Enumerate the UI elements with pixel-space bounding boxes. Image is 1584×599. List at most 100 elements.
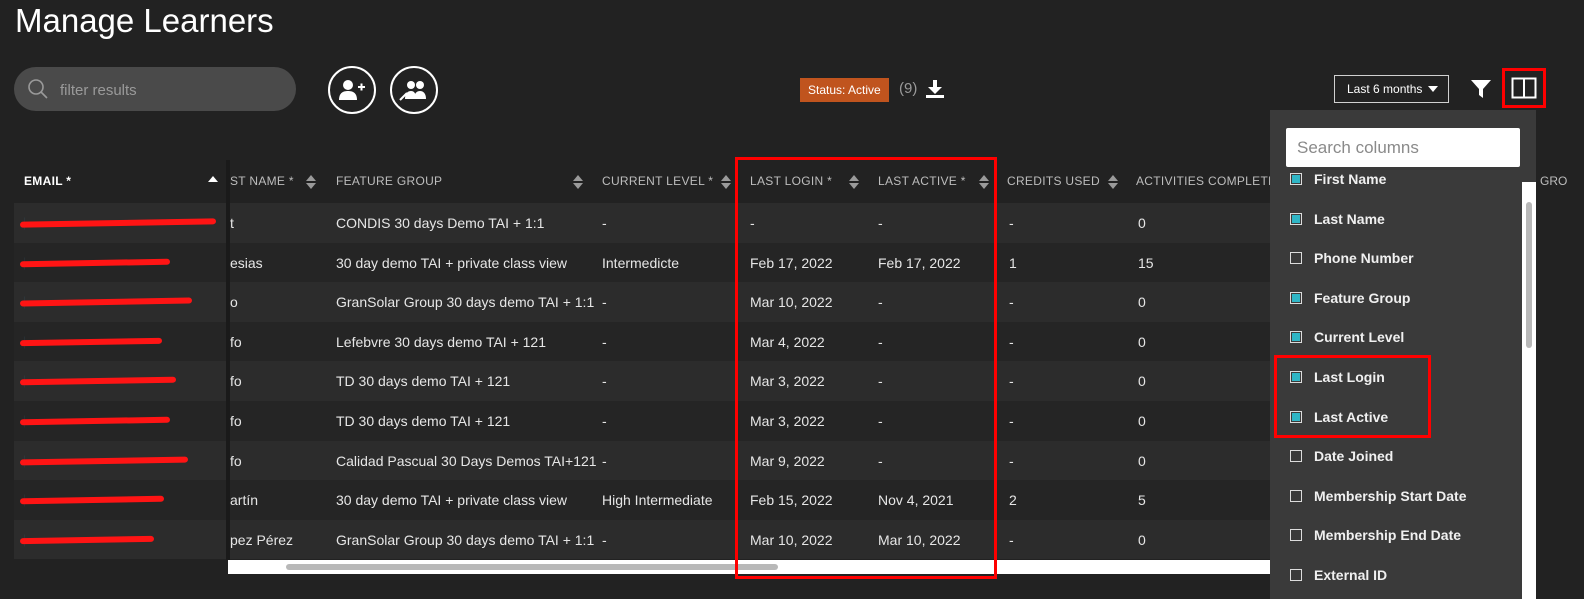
highlight-box-login-options	[1274, 355, 1431, 438]
column-header-current-level[interactable]: CURRENT LEVEL *	[602, 174, 713, 188]
column-header-feature-group[interactable]: FEATURE GROUP	[336, 174, 442, 188]
column-option-label: External ID	[1314, 567, 1388, 583]
cell-credits-used: -	[1009, 452, 1014, 469]
cell-feature-group: 30 day demo TAI + private class view	[336, 492, 567, 509]
cell-credits-used: 2	[1009, 492, 1017, 509]
table-row[interactable]: [redacted]foTD 30 days demo TAI + 121-Ma…	[14, 361, 1270, 401]
cell-last-name: pez Pérez	[230, 531, 294, 548]
column-option-current-level[interactable]: Current Level	[1290, 326, 1404, 348]
column-option-phone-number[interactable]: Phone Number	[1290, 247, 1414, 269]
cell-feature-group: TD 30 days demo TAI + 121	[336, 413, 511, 429]
columns-toggle-button[interactable]	[1502, 68, 1546, 108]
column-option-label: Membership Start Date	[1314, 487, 1467, 504]
column-option-label: Membership End Date	[1314, 527, 1462, 544]
table-row[interactable]: [redacted]foCalidad Pascual 30 Days Demo…	[14, 440, 1270, 481]
column-option-first-name[interactable]: First Name	[1290, 168, 1386, 190]
redaction-mark	[19, 218, 217, 228]
table-row[interactable]: [redacted]artín30 day demo TAI + private…	[14, 480, 1270, 520]
column-header-group[interactable]: GRO	[1540, 174, 1567, 188]
chevron-down-icon	[1428, 86, 1438, 92]
sort-icon[interactable]	[306, 175, 316, 189]
redaction-mark	[19, 377, 177, 386]
column-header-activities-completed[interactable]: ACTIVITIES COMPLETE	[1136, 174, 1270, 188]
redaction-mark	[19, 495, 165, 505]
redaction-mark	[19, 297, 193, 307]
filter-button[interactable]	[1470, 78, 1492, 100]
highlight-box-date-columns	[735, 157, 997, 579]
column-option-checkbox[interactable]	[1290, 489, 1302, 502]
column-option-label: Date Joined	[1314, 448, 1394, 465]
sort-icon[interactable]	[573, 175, 583, 189]
column-option-label: First Name	[1314, 171, 1387, 187]
cell-last-name: fo	[230, 413, 242, 429]
cell-credits-used: -	[1009, 531, 1014, 548]
search-box[interactable]	[14, 67, 296, 111]
column-option-checkbox[interactable]	[1290, 450, 1302, 463]
download-button[interactable]	[925, 79, 945, 99]
cell-last-name: artín	[230, 492, 259, 509]
table-row[interactable]: [redacted]foTD 30 days demo TAI + 121-Ma…	[14, 401, 1270, 441]
cell-credits-used: -	[1009, 413, 1014, 429]
column-option-checkbox[interactable]	[1290, 569, 1302, 581]
column-header-email[interactable]: EMAIL *	[24, 174, 71, 188]
sort-ascending-icon[interactable]	[208, 176, 218, 184]
search-icon	[28, 79, 48, 99]
cell-current-level: -	[602, 531, 607, 548]
users-group-icon	[399, 81, 426, 101]
cell-current-level: High Intermediate	[602, 492, 713, 509]
column-option-membership-end-date[interactable]: Membership End Date	[1290, 524, 1461, 546]
cell-current-level: -	[602, 333, 607, 350]
redaction-mark	[19, 535, 155, 544]
columns-icon	[1511, 77, 1537, 99]
cell-last-name: o	[230, 294, 238, 311]
column-option-date-joined[interactable]: Date Joined	[1290, 445, 1393, 467]
cell-feature-group: GranSolar Group 30 days demo TAI + 1:1	[336, 294, 595, 311]
column-header-last-name[interactable]: ST NAME *	[230, 174, 294, 188]
column-option-checkbox[interactable]	[1290, 252, 1302, 265]
table-row[interactable]: [redacted]foLefebvre 30 days demo TAI + …	[14, 321, 1270, 362]
column-option-feature-group[interactable]: Feature Group	[1290, 287, 1410, 309]
cell-current-level: -	[602, 373, 607, 390]
cell-activities-completed: 0	[1138, 333, 1146, 350]
sort-icon[interactable]	[721, 175, 731, 189]
column-option-checkbox[interactable]	[1290, 173, 1302, 185]
redaction-mark	[19, 337, 163, 347]
column-option-checkbox[interactable]	[1290, 529, 1302, 542]
column-search-input[interactable]	[1286, 128, 1520, 167]
cell-activities-completed: 0	[1138, 531, 1146, 548]
table-row[interactable]: [redacted]esias30 day demo TAI + private…	[14, 242, 1270, 283]
cell-activities-completed: 0	[1138, 294, 1146, 311]
cell-last-name: esias	[230, 254, 263, 271]
column-option-last-name[interactable]: Last Name	[1290, 208, 1385, 230]
period-select-value: Last 6 months	[1347, 82, 1423, 96]
period-select[interactable]: Last 6 months	[1334, 75, 1449, 103]
redaction-mark	[19, 258, 171, 267]
cell-last-name: fo	[230, 333, 242, 350]
cell-credits-used: -	[1009, 294, 1014, 311]
manage-groups-button[interactable]	[390, 66, 438, 114]
column-option-external-id[interactable]: External ID	[1290, 564, 1387, 586]
cell-credits-used: 1	[1009, 254, 1017, 271]
column-option-membership-start-date[interactable]: Membership Start Date	[1290, 485, 1466, 507]
add-user-icon	[339, 80, 365, 100]
table-row[interactable]: [redacted]tCONDIS 30 days Demo TAI + 1:1…	[14, 203, 1270, 243]
horizontal-scrollbar-thumb[interactable]	[286, 564, 778, 570]
table-row[interactable]: [redacted]oGranSolar Group 30 days demo …	[14, 282, 1270, 322]
cell-current-level: -	[602, 294, 607, 311]
cell-current-level: -	[602, 413, 607, 429]
search-input[interactable]	[58, 79, 282, 101]
column-option-checkbox[interactable]	[1290, 212, 1302, 225]
column-option-checkbox[interactable]	[1290, 331, 1302, 344]
table-row[interactable]: [redacted]pez PérezGranSolar Group 30 da…	[14, 519, 1270, 560]
cell-credits-used: -	[1009, 215, 1014, 231]
status-badge[interactable]: Status: Active	[800, 78, 889, 102]
cell-last-name: t	[230, 215, 234, 231]
sort-icon[interactable]	[1108, 175, 1118, 189]
column-panel-scrollbar-thumb[interactable]	[1526, 202, 1532, 348]
download-icon	[926, 80, 944, 98]
column-option-checkbox[interactable]	[1290, 291, 1302, 304]
frozen-column-divider	[226, 160, 230, 560]
column-header-credits-used[interactable]: CREDITS USED	[1007, 174, 1100, 188]
cell-current-level: -	[602, 215, 607, 231]
add-learner-button[interactable]	[328, 66, 376, 114]
